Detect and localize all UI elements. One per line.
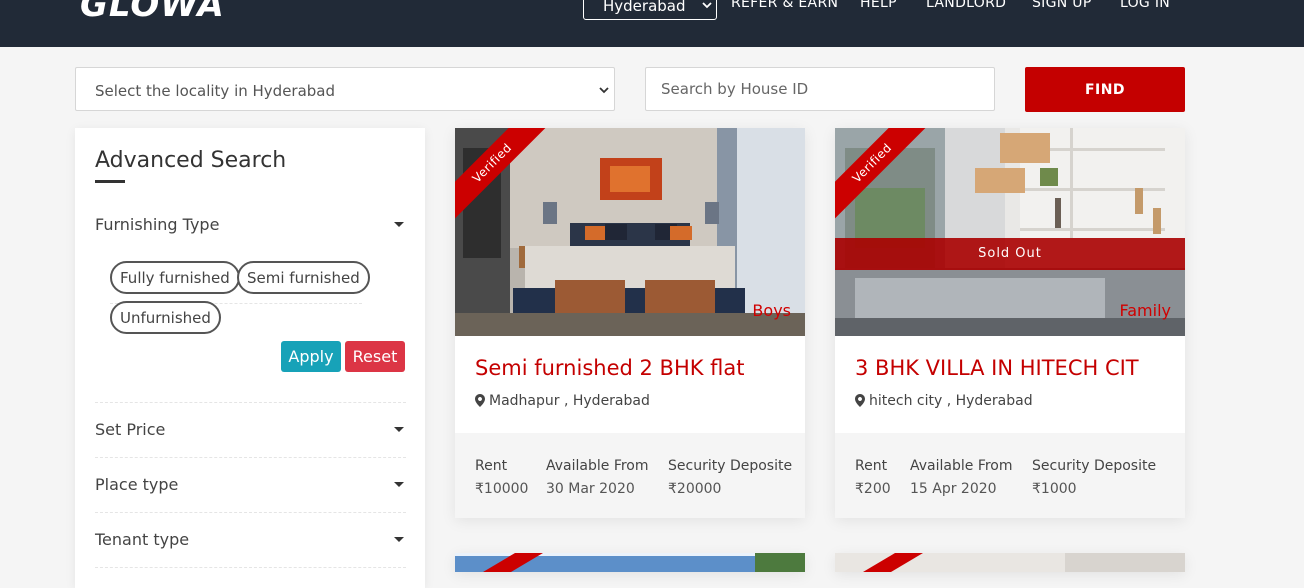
deposit-value: ₹20000 <box>668 481 722 497</box>
locality-select-value: Select the locality in Hyderabad <box>95 82 336 100</box>
advanced-search-panel: Advanced Search Furnishing Type Fully fu… <box>75 128 425 588</box>
listing-location: hitech city , Hyderabad <box>855 393 1033 409</box>
caret-down-icon <box>394 537 404 542</box>
chip-unfurnished[interactable]: Unfurnished <box>110 301 221 334</box>
rent-column: Rent ₹10000 <box>475 458 528 497</box>
advanced-search-title: Advanced Search <box>95 148 287 173</box>
locality-select[interactable]: Select the locality in Hyderabad <box>75 67 615 111</box>
city-select[interactable]: Hyderabad <box>583 0 717 20</box>
caret-down-icon <box>394 222 404 227</box>
place-type-label: Place type <box>95 475 179 494</box>
title-underline <box>95 180 125 183</box>
listing-photo-image <box>455 553 805 572</box>
rent-value: ₹10000 <box>475 481 529 497</box>
chevron-down-icon <box>702 2 712 9</box>
listing-info-bar: Rent ₹10000 Available From 30 Mar 2020 S… <box>455 433 805 518</box>
set-price-label: Set Price <box>95 420 166 439</box>
available-label: Available From <box>910 458 1013 474</box>
rent-label: Rent <box>855 458 888 474</box>
listing-info-bar: Rent ₹200 Available From 15 Apr 2020 Sec… <box>835 433 1185 518</box>
listing-card[interactable]: Verified Boys Semi furnished 2 BHK flat … <box>455 128 805 518</box>
caret-down-icon <box>394 427 404 432</box>
available-label: Available From <box>546 458 649 474</box>
map-pin-icon <box>855 394 865 407</box>
map-pin-icon <box>475 394 485 407</box>
sold-out-banner: Sold Out <box>835 238 1185 270</box>
house-id-search-input[interactable] <box>645 67 995 111</box>
section-divider <box>95 567 406 568</box>
listing-title[interactable]: Semi furnished 2 BHK flat <box>475 356 745 380</box>
caret-down-icon <box>394 482 404 487</box>
city-select-value: Hyderabad <box>603 0 686 15</box>
listing-photo[interactable]: Sold Out Verified Family <box>835 128 1185 336</box>
available-column: Available From 15 Apr 2020 <box>910 458 1013 497</box>
tenant-tag: Boys <box>752 301 791 320</box>
deposit-column: Security Deposite ₹20000 <box>668 458 792 497</box>
find-button[interactable]: FIND <box>1025 67 1185 112</box>
listing-location-text: hitech city , Hyderabad <box>869 393 1033 409</box>
listing-card[interactable]: Sold Out Verified Family 3 BHK VILLA IN … <box>835 128 1185 518</box>
listing-location: Madhapur , Hyderabad <box>475 393 650 409</box>
nav-sign-up[interactable]: SIGN UP <box>1032 0 1092 11</box>
furnishing-type-toggle[interactable]: Furnishing Type <box>95 198 406 252</box>
available-column: Available From 30 Mar 2020 <box>546 458 649 497</box>
set-price-toggle[interactable]: Set Price <box>95 403 406 457</box>
furnishing-type-label: Furnishing Type <box>95 215 220 234</box>
tenant-type-label: Tenant type <box>95 530 190 549</box>
chevron-down-icon <box>599 87 609 94</box>
nav-landlord[interactable]: LANDLORD <box>926 0 1006 11</box>
nav-refer-earn[interactable]: REFER & EARN <box>731 0 838 11</box>
deposit-label: Security Deposite <box>668 458 793 474</box>
rent-column: Rent ₹200 <box>855 458 891 497</box>
reset-button[interactable]: Reset <box>345 341 405 372</box>
rent-value: ₹200 <box>855 481 891 497</box>
nav-help[interactable]: HELP <box>860 0 897 11</box>
deposit-value: ₹1000 <box>1032 481 1077 497</box>
available-value: 30 Mar 2020 <box>546 481 635 497</box>
chip-semi-furnished[interactable]: Semi furnished <box>237 261 370 294</box>
listing-photo-image <box>835 553 1185 572</box>
listing-card[interactable] <box>835 553 1185 572</box>
listing-title[interactable]: 3 BHK VILLA IN HITECH CIT <box>855 356 1139 380</box>
rent-label: Rent <box>475 458 508 474</box>
place-type-toggle[interactable]: Place type <box>95 458 406 512</box>
site-logo[interactable]: GLOWA <box>80 0 225 22</box>
listing-photo[interactable]: Verified Boys <box>455 128 805 336</box>
tenant-tag: Family <box>1119 301 1171 320</box>
listing-location-text: Madhapur , Hyderabad <box>489 393 650 409</box>
available-value: 15 Apr 2020 <box>910 481 997 497</box>
deposit-column: Security Deposite ₹1000 <box>1032 458 1156 497</box>
listing-card[interactable] <box>455 553 805 572</box>
chip-fully-furnished[interactable]: Fully furnished <box>110 261 240 294</box>
top-navbar: GLOWA Hyderabad REFER & EARN HELP LANDLO… <box>0 0 1304 47</box>
deposit-label: Security Deposite <box>1032 458 1157 474</box>
nav-log-in[interactable]: LOG IN <box>1120 0 1170 11</box>
apply-button[interactable]: Apply <box>281 341 341 372</box>
tenant-type-toggle[interactable]: Tenant type <box>95 513 406 567</box>
